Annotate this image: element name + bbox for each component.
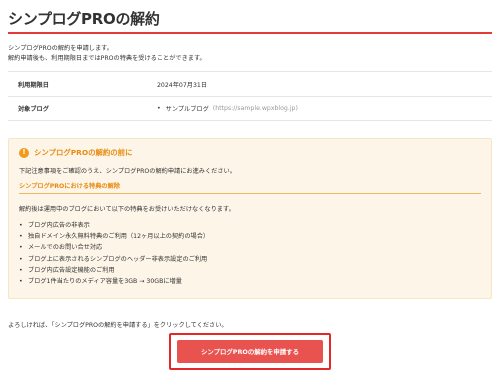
title-divider: [8, 32, 492, 34]
notice-description: 解約後は運用中のブログにおいて以下の特典をお受けいただけなくなります。: [19, 206, 235, 213]
bullet-icon: •: [19, 278, 23, 286]
notice-text: 下記注意事項をご確認のうえ、シンプログPROの解約申請にお進みください。: [19, 168, 236, 175]
intro-line: 解約申請後も、利用期限日まではPROの特典を受けることができます。: [8, 55, 206, 62]
confirm-instruction: よろしければ、「シンプログPROの解約を申請する」をクリックしてください。: [8, 322, 228, 329]
info-row-expiry: 利用期限日 2024年07月31日: [8, 71, 492, 96]
bullet-icon: •: [19, 222, 23, 229]
benefit-text: ブログ内広告の非表示: [28, 222, 90, 229]
intro-text: シンプログPROの解約を申請します。 解約申請後も、利用期限日まではPROの特典…: [8, 44, 206, 64]
apply-cancellation-button[interactable]: シンプログPROの解約を申請する: [177, 340, 323, 363]
target-blog-value: • サンプルブログ (https://sample.wpxblog.jp): [157, 104, 298, 113]
target-blog-label: 対象ブログ: [18, 106, 49, 113]
list-item: • 独自ドメイン永久無料特典のご利用（12ヶ月以上の契約の場合）: [19, 231, 209, 242]
benefit-text: 独自ドメイン永久無料特典のご利用（12ヶ月以上の契約の場合）: [28, 233, 210, 241]
blog-url: (https://sample.wpxblog.jp): [212, 105, 298, 112]
expiry-label: 利用期限日: [18, 81, 49, 89]
bullet-icon: •: [19, 244, 23, 252]
page-title: シンプログPROの解約: [8, 10, 160, 28]
list-item: • メールでのお問い合せ対応: [19, 242, 209, 253]
notice-subtitle: シンプログPROにおける特典の解除: [19, 181, 481, 194]
benefit-text: ブログ上に表示されるシンプログのヘッダー非表示設定のご利用: [28, 255, 208, 263]
bullet-icon: •: [19, 255, 23, 263]
list-item: • ブログ内広告設定機能のご利用: [19, 265, 209, 276]
bullet-icon: •: [19, 233, 23, 241]
notice-header: ! シンプログPROの解約の前に: [19, 147, 132, 158]
list-item: • ブログ1件当たりのメディア容量を3GB → 30GBに増量: [19, 276, 209, 287]
notice-title: シンプログPROの解約の前に: [34, 148, 133, 157]
benefit-text: ブログ内広告設定機能のご利用: [28, 266, 115, 274]
bullet-icon: •: [157, 105, 161, 112]
benefit-text: ブログ1件当たりのメディア容量を3GB → 30GBに増量: [28, 278, 182, 286]
expiry-value: 2024年07月31日: [157, 81, 208, 89]
blog-name: サンプルブログ: [165, 106, 209, 113]
list-item: • ブログ上に表示されるシンプログのヘッダー非表示設定のご利用: [19, 254, 209, 265]
list-item: • ブログ内広告の非表示: [19, 220, 209, 231]
benefits-list: • ブログ内広告の非表示 • 独自ドメイン永久無料特典のご利用（12ヶ月以上の契約の…: [19, 220, 209, 287]
info-table: 利用期限日 2024年07月31日 対象ブログ • サンプルブログ (https…: [8, 71, 492, 121]
benefit-text: メールでのお問い合せ対応: [28, 244, 103, 252]
info-row-target-blog: 対象ブログ • サンプルブログ (https://sample.wpxblog.…: [8, 96, 492, 121]
warning-icon: !: [19, 147, 29, 158]
intro-line: シンプログPROの解約を申請します。: [8, 45, 113, 52]
bullet-icon: •: [19, 266, 23, 274]
notice-box: ! シンプログPROの解約の前に 下記注意事項をご確認のうえ、シンプログPROの…: [8, 138, 492, 299]
